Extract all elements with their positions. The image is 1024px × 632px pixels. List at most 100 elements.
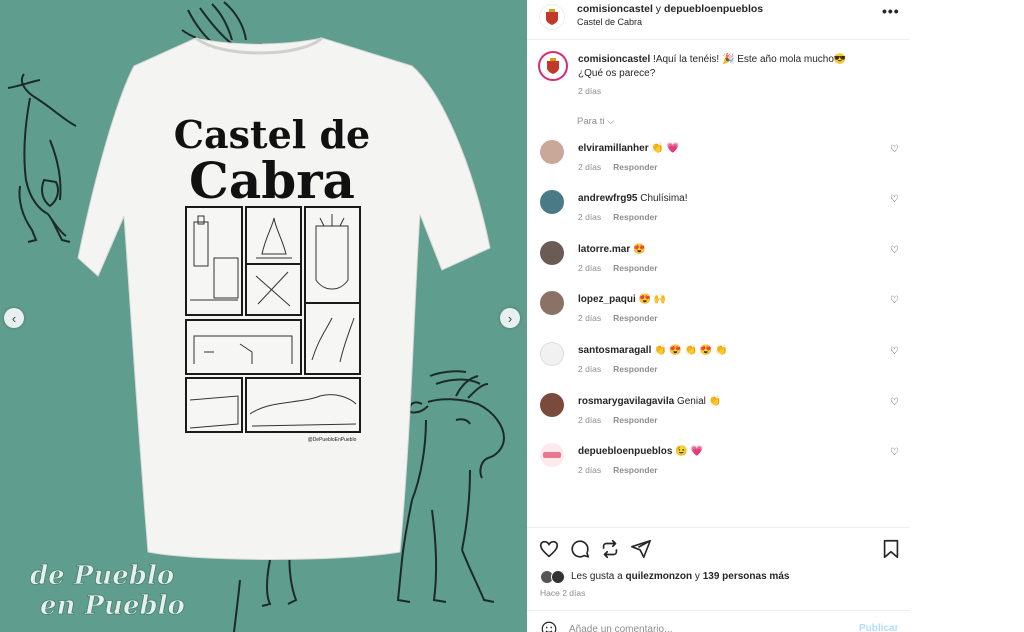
comment-item: lopez_paqui 😍 🙌 2 días Responder ♡: [527, 291, 910, 341]
author-avatar[interactable]: [539, 4, 565, 30]
post-side-panel: comisioncastel y depuebloenpueblos Caste…: [527, 0, 910, 632]
comment-text: 😍 🙌: [638, 294, 667, 305]
shirt-credit: @DePuebloEnPueblo: [308, 437, 357, 443]
author-connector: y: [655, 3, 662, 15]
comment-text: 😍: [633, 244, 646, 255]
goat-top-illustration: [181, 1, 263, 46]
repost-icon[interactable]: [599, 538, 621, 560]
emoji-icon[interactable]: [540, 620, 558, 632]
comment-username[interactable]: santosmaragall: [578, 345, 651, 356]
comment-input[interactable]: [569, 621, 829, 632]
likes-connector: y: [692, 571, 703, 582]
comment-like-heart-icon[interactable]: ♡: [890, 144, 899, 155]
comment-text: 😉 💗: [675, 446, 703, 457]
comment-item: rosmarygavilagavila Genial 👏 2 días Respo…: [527, 393, 910, 443]
comment-avatar[interactable]: [540, 140, 564, 164]
caption-text-line2: ¿Qué os parece?: [578, 68, 656, 79]
comment-avatar[interactable]: [540, 393, 564, 417]
collaborator-username-link[interactable]: depuebloenpueblos: [664, 3, 763, 15]
author-username-link[interactable]: comisioncastel: [577, 3, 653, 15]
comment-avatar[interactable]: [540, 190, 564, 214]
brand-logo-icon: [543, 452, 561, 458]
liker-avatars: [540, 570, 568, 584]
comment-text: Genial 👏: [676, 396, 722, 407]
comment-time: 2 días: [578, 313, 602, 323]
comment-username[interactable]: elviramillanher: [578, 143, 649, 154]
comment-username[interactable]: rosmarygavilagavila: [578, 396, 674, 407]
comment-avatar[interactable]: [540, 342, 564, 366]
carousel-prev-button[interactable]: ‹: [4, 308, 24, 328]
send-icon[interactable]: [630, 538, 652, 560]
coat-of-arms-icon: [547, 58, 559, 74]
comment-username[interactable]: andrewfrg95: [578, 193, 637, 204]
tshirt-image: Castel de Cabra @DePuebloEnPueblo de Pue…: [7, 1, 506, 632]
watermark-line1: de Pueblo: [30, 561, 174, 591]
comment-username[interactable]: depuebloenpueblos: [578, 446, 672, 457]
reply-button[interactable]: Responder: [613, 415, 657, 425]
chevron-left-icon: ‹: [11, 310, 17, 326]
post-header: comisioncastel y depuebloenpueblos Caste…: [527, 0, 910, 40]
comment-icon[interactable]: [569, 538, 591, 560]
comment-item: latorre.mar 😍 2 días Responder ♡: [527, 241, 910, 291]
liker-avatar: [551, 570, 565, 584]
comment-text: 👏 💗: [651, 143, 680, 154]
comment-like-heart-icon[interactable]: ♡: [890, 397, 899, 408]
comment-username[interactable]: latorre.mar: [578, 244, 630, 255]
panel-flowers: [304, 302, 361, 375]
comment-avatar[interactable]: [540, 291, 564, 315]
comment-time: 2 días: [578, 162, 602, 172]
reply-button[interactable]: Responder: [613, 162, 657, 172]
post-media[interactable]: Castel de Cabra @DePuebloEnPueblo de Pue…: [0, 0, 527, 632]
panel-bonfire: [245, 206, 302, 265]
reply-button[interactable]: Responder: [613, 364, 657, 374]
comment-username[interactable]: lopez_paqui: [578, 294, 636, 305]
comment-text: 👏 😍 👏 😍 👏: [654, 345, 728, 356]
comment-avatar[interactable]: [540, 241, 564, 265]
reply-button[interactable]: Responder: [613, 263, 657, 273]
location-link[interactable]: Castel de Cabra: [577, 17, 642, 27]
likes-count-link[interactable]: 139 personas más: [703, 571, 790, 582]
comment-time: 2 días: [578, 212, 602, 222]
reply-button[interactable]: Responder: [613, 212, 657, 222]
reply-button[interactable]: Responder: [613, 465, 657, 475]
comment-like-heart-icon[interactable]: ♡: [890, 295, 899, 306]
likes-prefix: Les gusta a: [571, 571, 626, 582]
add-comment-bar: Publicar: [527, 610, 910, 632]
coat-of-arms-icon: [546, 9, 558, 25]
reply-button[interactable]: Responder: [613, 313, 657, 323]
comment-like-heart-icon[interactable]: ♡: [890, 447, 899, 458]
likes-summary[interactable]: Les gusta a quilezmonzon y 139 personas …: [540, 570, 910, 586]
comment-item: andrewfrg95 Chulísima! 2 días Responder ♡: [527, 190, 910, 240]
goat-left-illustration: [7, 73, 77, 243]
panel-tools: [245, 263, 302, 316]
comment-time: 2 días: [578, 263, 602, 273]
heart-icon[interactable]: [538, 538, 560, 560]
comment-item: depuebloenpueblos 😉 💗 2 días Responder ♡: [527, 443, 910, 493]
more-options-icon[interactable]: •••: [882, 3, 900, 19]
comment-item: elviramillanher 👏 💗 2 días Responder ♡: [527, 140, 910, 190]
comment-like-heart-icon[interactable]: ♡: [890, 245, 899, 256]
comment-avatar[interactable]: [540, 443, 564, 467]
comment-like-heart-icon[interactable]: ♡: [890, 346, 899, 357]
caption-author-link[interactable]: comisioncastel: [578, 54, 650, 65]
chevron-right-icon: ›: [507, 310, 513, 326]
publish-button[interactable]: Publicar: [859, 623, 898, 632]
caption-text: !Aquí la tenéis! 🎉 Este año mola mucho😎: [650, 54, 847, 65]
panel-plaza: [185, 319, 302, 375]
caption-time: 2 días: [578, 86, 602, 96]
comment-time: 2 días: [578, 465, 602, 475]
chevron-down-icon: ⌵: [607, 116, 615, 127]
caption-author-avatar[interactable]: [538, 51, 568, 81]
carousel-next-button[interactable]: ›: [500, 308, 520, 328]
bookmark-icon[interactable]: [880, 538, 902, 560]
post-action-bar: [527, 527, 910, 569]
post-timestamp: Hace 2 días: [540, 588, 586, 598]
page-background-right: [910, 0, 1024, 632]
shirt-title-line2: Cabra: [189, 151, 355, 210]
comments-filter-label: Para ti: [577, 116, 605, 127]
liker-username-link[interactable]: quilezmonzon: [625, 571, 692, 582]
comment-time: 2 días: [578, 364, 602, 374]
comments-filter-dropdown[interactable]: Para ti ⌵: [577, 116, 614, 127]
comment-like-heart-icon[interactable]: ♡: [890, 194, 899, 205]
comment-text: Chulísima!: [640, 193, 688, 204]
